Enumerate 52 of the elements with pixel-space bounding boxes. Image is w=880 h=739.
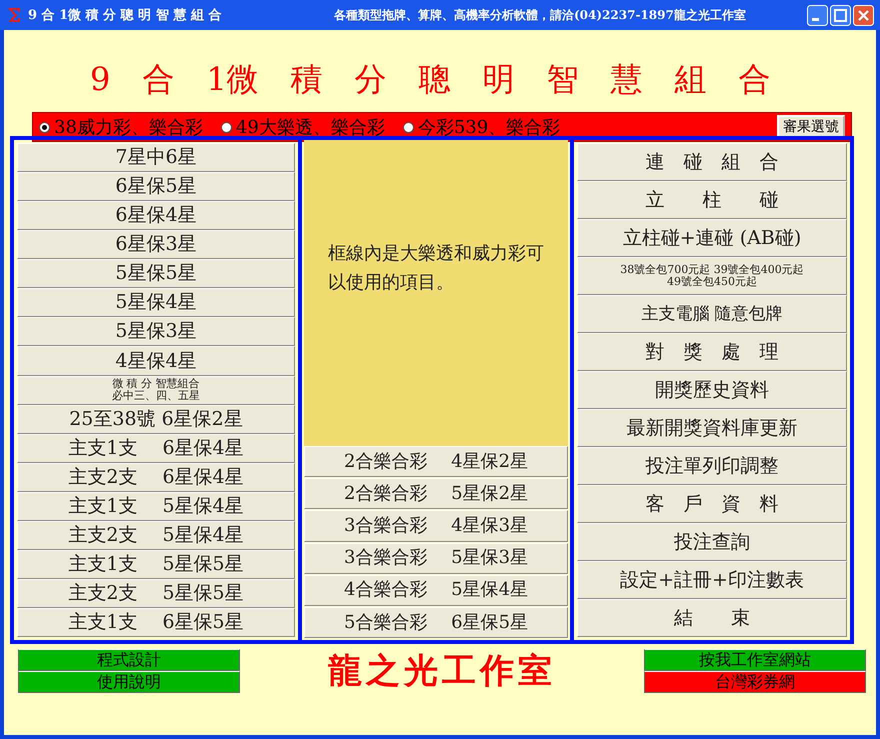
menu-button[interactable]: 客 戶 資 料	[577, 485, 847, 523]
menu-button[interactable]: 投注單列印調整	[577, 447, 847, 485]
menu-button[interactable]: 最新開獎資料庫更新	[577, 409, 847, 447]
menu-button[interactable]: 38號全包700元起 39號全包400元起 49號全包450元起	[577, 257, 847, 295]
menu-button[interactable]: 主支1支 6星保4星	[17, 434, 295, 463]
radio-button[interactable]	[220, 122, 232, 132]
studio-name: 龍之光工作室	[327, 650, 557, 693]
menu-button[interactable]: 6星保5星	[17, 172, 295, 202]
menu-button[interactable]: 6星保4星	[17, 201, 295, 230]
menu-button[interactable]: 主支2支 6星保4星	[17, 462, 295, 492]
footer-button[interactable]: 台灣彩券網	[644, 671, 866, 693]
menu-button[interactable]: 2合樂合彩 4星保2星	[304, 446, 568, 478]
menu-button[interactable]: 主支1支 5星保4星	[17, 492, 295, 521]
menu-button[interactable]: 7星中6星	[17, 143, 295, 172]
menu-button[interactable]: 連 碰 組 合	[577, 143, 847, 181]
app-heading: 9 合 1微 積 分 聰 明 智 慧 組 合	[89, 59, 772, 100]
menu-button[interactable]: 主支電腦 隨意包牌	[577, 295, 847, 333]
menu-button[interactable]: 主支2支 5星保5星	[17, 578, 295, 608]
menu-button[interactable]: 主支1支 6星保5星	[17, 608, 295, 638]
menu-button[interactable]: 立 柱 碰	[577, 181, 847, 219]
menu-button[interactable]: 設定+註冊+印注數表	[577, 561, 847, 599]
menu-button[interactable]: 結 束	[577, 599, 847, 637]
radio-button[interactable]	[402, 122, 414, 132]
menu-button[interactable]: 主支1支 5星保5星	[17, 550, 295, 579]
menu-button[interactable]: 開獎歷史資料	[577, 371, 847, 409]
menu-button[interactable]: 4星保4星	[17, 346, 295, 376]
menu-button[interactable]: 立柱碰+連碰 (AB碰)	[577, 219, 847, 257]
menu-button[interactable]: 5星保5星	[17, 259, 295, 288]
footer-button[interactable]: 按我工作室網站	[644, 649, 866, 671]
menu-button[interactable]: 微 積 分 智慧組合 必中三、四、五星	[17, 376, 295, 405]
menu-button[interactable]: 5星保4星	[17, 288, 295, 318]
window-title: 9 合 1微 積 分 聰 明 智 慧 組 合	[28, 7, 222, 24]
footer-button[interactable]: 程式設計	[18, 649, 240, 671]
sigma-icon	[6, 7, 22, 23]
footer-button[interactable]: 使用說明	[18, 671, 240, 693]
radio-button[interactable]	[39, 122, 50, 132]
window-tagline: 各種類型拖牌、算牌、高機率分析軟體，請洽(04)2237-1897龍之光工作室	[334, 6, 747, 24]
maximize-icon[interactable]	[830, 4, 851, 26]
menu-button[interactable]: 主支2支 5星保4星	[17, 520, 295, 550]
menu-button[interactable]: 對 獎 處 理	[577, 333, 847, 371]
menu-button[interactable]: 5星保3星	[17, 317, 295, 346]
close-icon[interactable]	[853, 4, 874, 26]
menu-button[interactable]: 25至38號 6星保2星	[17, 404, 295, 434]
menu-button[interactable]: 3合樂合彩 5星保3星	[304, 542, 568, 574]
menu-button[interactable]: 4合樂合彩 5星保4星	[304, 574, 568, 606]
menu-button[interactable]: 投注查詢	[577, 523, 847, 561]
menu-button[interactable]: 2合樂合彩 5星保2星	[304, 478, 568, 510]
note-text: 框線內是大樂透和威力彩可以使用的項目。	[328, 243, 544, 293]
minimize-icon[interactable]	[807, 4, 828, 26]
menu-button[interactable]: 3合樂合彩 4星保3星	[304, 510, 568, 542]
menu-button[interactable]: 6星保3星	[17, 230, 295, 260]
menu-button[interactable]: 5合樂合彩 6星保5星	[304, 606, 568, 638]
